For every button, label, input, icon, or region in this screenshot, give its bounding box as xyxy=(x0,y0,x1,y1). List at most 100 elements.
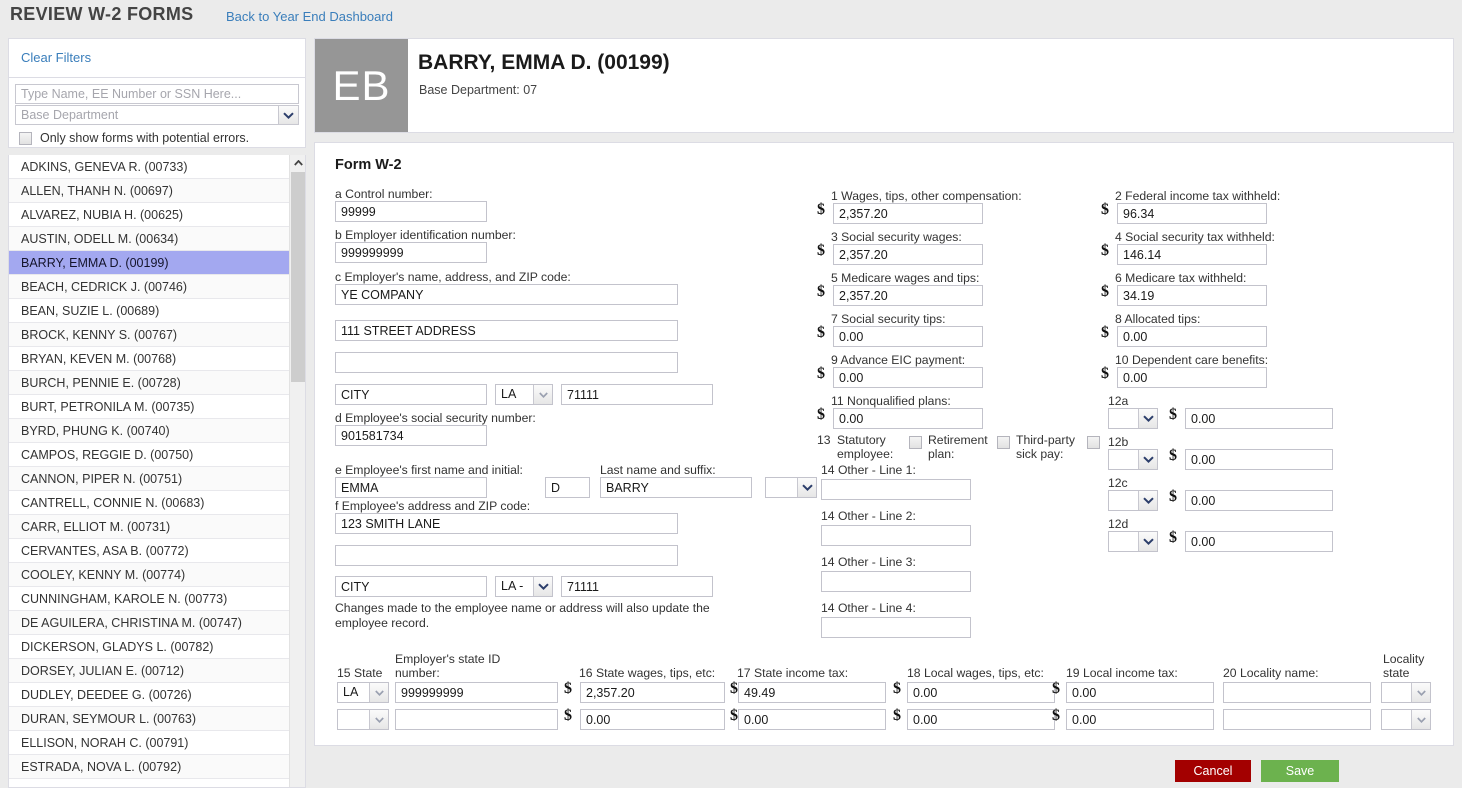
row2-state-wages-input[interactable] xyxy=(580,709,725,730)
employer-address1-input[interactable] xyxy=(335,320,678,341)
third-party-sick-pay-checkbox[interactable] xyxy=(1087,436,1100,449)
list-item[interactable]: BURT, PETRONILA M. (00735) xyxy=(9,395,297,419)
list-item[interactable]: ADKINS, GENEVA R. (00733) xyxy=(9,155,297,179)
last-name-input[interactable] xyxy=(600,477,752,498)
list-item[interactable]: BRYAN, KEVEN M. (00768) xyxy=(9,347,297,371)
box12d-code-select[interactable] xyxy=(1108,531,1158,552)
list-item[interactable]: DUDLEY, DEEDEE G. (00726) xyxy=(9,683,297,707)
box14-line2-input[interactable] xyxy=(821,525,971,546)
employer-zip-input[interactable] xyxy=(561,384,713,405)
scroll-up-icon[interactable] xyxy=(290,155,305,171)
box4-input[interactable] xyxy=(1117,244,1267,265)
list-item[interactable]: BEAN, SUZIE L. (00689) xyxy=(9,299,297,323)
list-item[interactable]: ALLEN, THANH N. (00697) xyxy=(9,179,297,203)
only-errors-checkbox[interactable] xyxy=(19,131,32,145)
box12a-code-select[interactable] xyxy=(1108,408,1158,429)
box14-line3-input[interactable] xyxy=(821,571,971,592)
retirement-plan-checkbox[interactable] xyxy=(997,436,1010,449)
list-item[interactable]: CANTRELL, CONNIE N. (00683) xyxy=(9,491,297,515)
employee-city-input[interactable] xyxy=(335,576,487,597)
box5-input[interactable] xyxy=(833,285,983,306)
row2-local-tax-input[interactable] xyxy=(1066,709,1214,730)
box12c-input[interactable] xyxy=(1185,490,1333,511)
list-item[interactable]: CARR, ELLIOT M. (00731) xyxy=(9,515,297,539)
row1-local-wages-input[interactable] xyxy=(907,682,1055,703)
statutory-employee-checkbox[interactable] xyxy=(909,436,922,449)
row2-state-select[interactable] xyxy=(337,709,389,730)
list-item[interactable]: DORSEY, JULIAN E. (00712) xyxy=(9,659,297,683)
employee-list-scrollbar[interactable] xyxy=(289,155,305,787)
list-item[interactable]: BROCK, KENNY S. (00767) xyxy=(9,323,297,347)
ssn-input[interactable] xyxy=(335,425,487,446)
list-item[interactable]: ESTRADA, NOVA L. (00792) xyxy=(9,755,297,779)
box2-input[interactable] xyxy=(1117,203,1267,224)
box12c-label: 12c xyxy=(1108,476,1128,490)
row1-employer-state-id-input[interactable] xyxy=(395,682,558,703)
middle-initial-input[interactable] xyxy=(545,477,590,498)
box8-input[interactable] xyxy=(1117,326,1267,347)
list-item[interactable]: COOLEY, KENNY M. (00774) xyxy=(9,563,297,587)
errors-filter-row[interactable]: Only show forms with potential errors. xyxy=(19,131,249,145)
box3-input[interactable] xyxy=(833,244,983,265)
employee-address2-input[interactable] xyxy=(335,545,678,566)
row1-state-wages-input[interactable] xyxy=(580,682,725,703)
row2-local-wages-input[interactable] xyxy=(907,709,1055,730)
list-item[interactable]: CAMPOS, REGGIE D. (00750) xyxy=(9,443,297,467)
row1-locality-state-select[interactable] xyxy=(1381,682,1431,703)
box7-input[interactable] xyxy=(833,326,983,347)
suffix-select[interactable] xyxy=(765,477,817,498)
box12d-input[interactable] xyxy=(1185,531,1333,552)
employer-name-input[interactable] xyxy=(335,284,678,305)
cancel-button[interactable]: Cancel xyxy=(1175,760,1251,782)
save-button[interactable]: Save xyxy=(1261,760,1339,782)
search-input[interactable] xyxy=(15,84,299,104)
list-item[interactable]: DURAN, SEYMOUR L. (00763) xyxy=(9,707,297,731)
list-item[interactable]: DICKERSON, GLADYS L. (00782) xyxy=(9,635,297,659)
row2-state-tax-input[interactable] xyxy=(738,709,886,730)
department-select[interactable]: Base Department xyxy=(15,105,299,125)
list-item[interactable]: BURCH, PENNIE E. (00728) xyxy=(9,371,297,395)
employer-address2-input[interactable] xyxy=(335,352,678,373)
list-item[interactable]: BYRD, PHUNG K. (00740) xyxy=(9,419,297,443)
row2-locality-state-select[interactable] xyxy=(1381,709,1431,730)
box1-input[interactable] xyxy=(833,203,983,224)
box12b-input[interactable] xyxy=(1185,449,1333,470)
box12c-code-select[interactable] xyxy=(1108,490,1158,511)
row2-locality-name-input[interactable] xyxy=(1223,709,1371,730)
dollar-icon: $ xyxy=(1101,283,1109,300)
row1-state-select[interactable]: LA xyxy=(337,682,389,703)
clear-filters-link[interactable]: Clear Filters xyxy=(21,50,91,65)
box14-line1-input[interactable] xyxy=(821,479,971,500)
employer-state-select[interactable]: LA xyxy=(495,384,553,405)
employee-list[interactable]: ADKINS, GENEVA R. (00733) ALLEN, THANH N.… xyxy=(9,155,297,787)
first-name-input[interactable] xyxy=(335,477,487,498)
scrollbar-thumb[interactable] xyxy=(291,172,305,382)
employee-state-select[interactable]: LA - xyxy=(495,576,553,597)
list-item[interactable]: CERVANTES, ASA B. (00772) xyxy=(9,539,297,563)
employer-city-input[interactable] xyxy=(335,384,487,405)
row2-employer-state-id-input[interactable] xyxy=(395,709,558,730)
box12b-code-select[interactable] xyxy=(1108,449,1158,470)
employee-zip-input[interactable] xyxy=(561,576,713,597)
box14-line4-input[interactable] xyxy=(821,617,971,638)
control-number-input[interactable] xyxy=(335,201,487,222)
row1-state-tax-input[interactable] xyxy=(738,682,886,703)
employee-address1-input[interactable] xyxy=(335,513,678,534)
back-to-dashboard-link[interactable]: Back to Year End Dashboard xyxy=(226,9,393,24)
box10-input[interactable] xyxy=(1117,367,1267,388)
list-item[interactable]: CANNON, PIPER N. (00751) xyxy=(9,467,297,491)
box6-input[interactable] xyxy=(1117,285,1267,306)
ein-input[interactable] xyxy=(335,242,487,263)
list-item[interactable]: DE AGUILERA, CHRISTINA M. (00747) xyxy=(9,611,297,635)
row1-locality-name-input[interactable] xyxy=(1223,682,1371,703)
list-item[interactable]: CUNNINGHAM, KAROLE N. (00773) xyxy=(9,587,297,611)
list-item[interactable]: BEACH, CEDRICK J. (00746) xyxy=(9,275,297,299)
box9-input[interactable] xyxy=(833,367,983,388)
list-item[interactable]: BARRY, EMMA D. (00199) xyxy=(9,251,297,275)
box12a-input[interactable] xyxy=(1185,408,1333,429)
box11-input[interactable] xyxy=(833,408,983,429)
list-item[interactable]: AUSTIN, ODELL M. (00634) xyxy=(9,227,297,251)
row1-local-tax-input[interactable] xyxy=(1066,682,1214,703)
list-item[interactable]: ELLISON, NORAH C. (00791) xyxy=(9,731,297,755)
list-item[interactable]: ALVAREZ, NUBIA H. (00625) xyxy=(9,203,297,227)
